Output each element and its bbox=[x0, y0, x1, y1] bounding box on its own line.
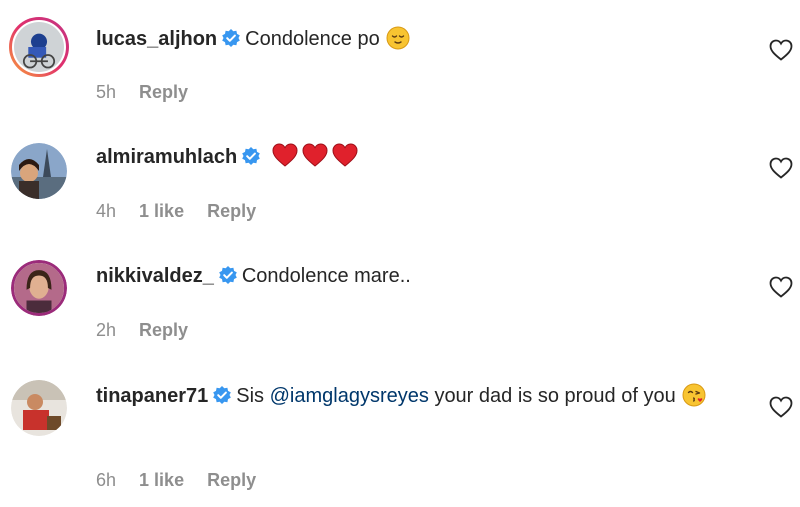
avatar[interactable] bbox=[11, 260, 67, 316]
comment-body: tinapaner71 Sis @iamglagysreyes your dad … bbox=[96, 381, 736, 411]
heart-outline-icon[interactable] bbox=[769, 396, 793, 418]
timestamp: 4h bbox=[96, 201, 117, 221]
avatar[interactable] bbox=[11, 380, 67, 436]
heart-outline-icon[interactable] bbox=[769, 39, 793, 61]
comment-meta: 4h 1 like Reply bbox=[96, 199, 274, 223]
comment-meta: 5h Reply bbox=[96, 80, 206, 104]
red-heart-icon bbox=[271, 142, 299, 168]
verified-badge-icon bbox=[212, 385, 232, 405]
likes-count[interactable]: 1 like bbox=[139, 201, 184, 221]
comment-text: Sis bbox=[236, 385, 265, 407]
comment-body: lucas_aljhon Condolence po bbox=[96, 24, 756, 54]
username[interactable]: nikkivaldez_ bbox=[96, 265, 214, 287]
red-heart-icon bbox=[331, 142, 359, 168]
comment-meta: 6h 1 like Reply bbox=[96, 468, 274, 492]
avatar-image bbox=[14, 22, 64, 72]
username[interactable]: tinapaner71 bbox=[96, 385, 208, 407]
timestamp: 5h bbox=[96, 82, 117, 102]
avatar-image bbox=[11, 380, 67, 436]
reply-button[interactable]: Reply bbox=[139, 320, 188, 340]
comment-meta: 2h Reply bbox=[96, 318, 206, 342]
heart-outline-icon[interactable] bbox=[769, 157, 793, 179]
reply-button[interactable]: Reply bbox=[207, 201, 256, 221]
avatar[interactable] bbox=[9, 17, 69, 77]
comment-text: your dad is so proud of you bbox=[434, 385, 676, 407]
timestamp: 2h bbox=[96, 320, 117, 340]
comment-body: nikkivaldez_ Condolence mare.. bbox=[96, 261, 756, 291]
comment-text: Condolence mare.. bbox=[241, 265, 411, 287]
verified-badge-icon bbox=[221, 28, 241, 48]
verified-badge-icon bbox=[218, 265, 238, 285]
comment-body: almiramuhlach bbox=[96, 142, 756, 172]
verified-badge-icon bbox=[241, 146, 261, 166]
avatar-image bbox=[11, 143, 67, 199]
avatar[interactable] bbox=[11, 143, 67, 199]
red-heart-icon bbox=[301, 142, 329, 168]
username[interactable]: lucas_aljhon bbox=[96, 28, 217, 50]
timestamp: 6h bbox=[96, 470, 117, 490]
reply-button[interactable]: Reply bbox=[139, 82, 188, 102]
comment-text: Condolence po bbox=[245, 28, 380, 50]
avatar-image bbox=[14, 263, 64, 313]
relieved-face-icon bbox=[386, 26, 410, 50]
reply-button[interactable]: Reply bbox=[207, 470, 256, 490]
mention-link[interactable]: @iamglagysreyes bbox=[270, 385, 429, 407]
face-blowing-kiss-icon bbox=[682, 383, 706, 407]
likes-count[interactable]: 1 like bbox=[139, 470, 184, 490]
heart-outline-icon[interactable] bbox=[769, 276, 793, 298]
username[interactable]: almiramuhlach bbox=[96, 146, 237, 168]
